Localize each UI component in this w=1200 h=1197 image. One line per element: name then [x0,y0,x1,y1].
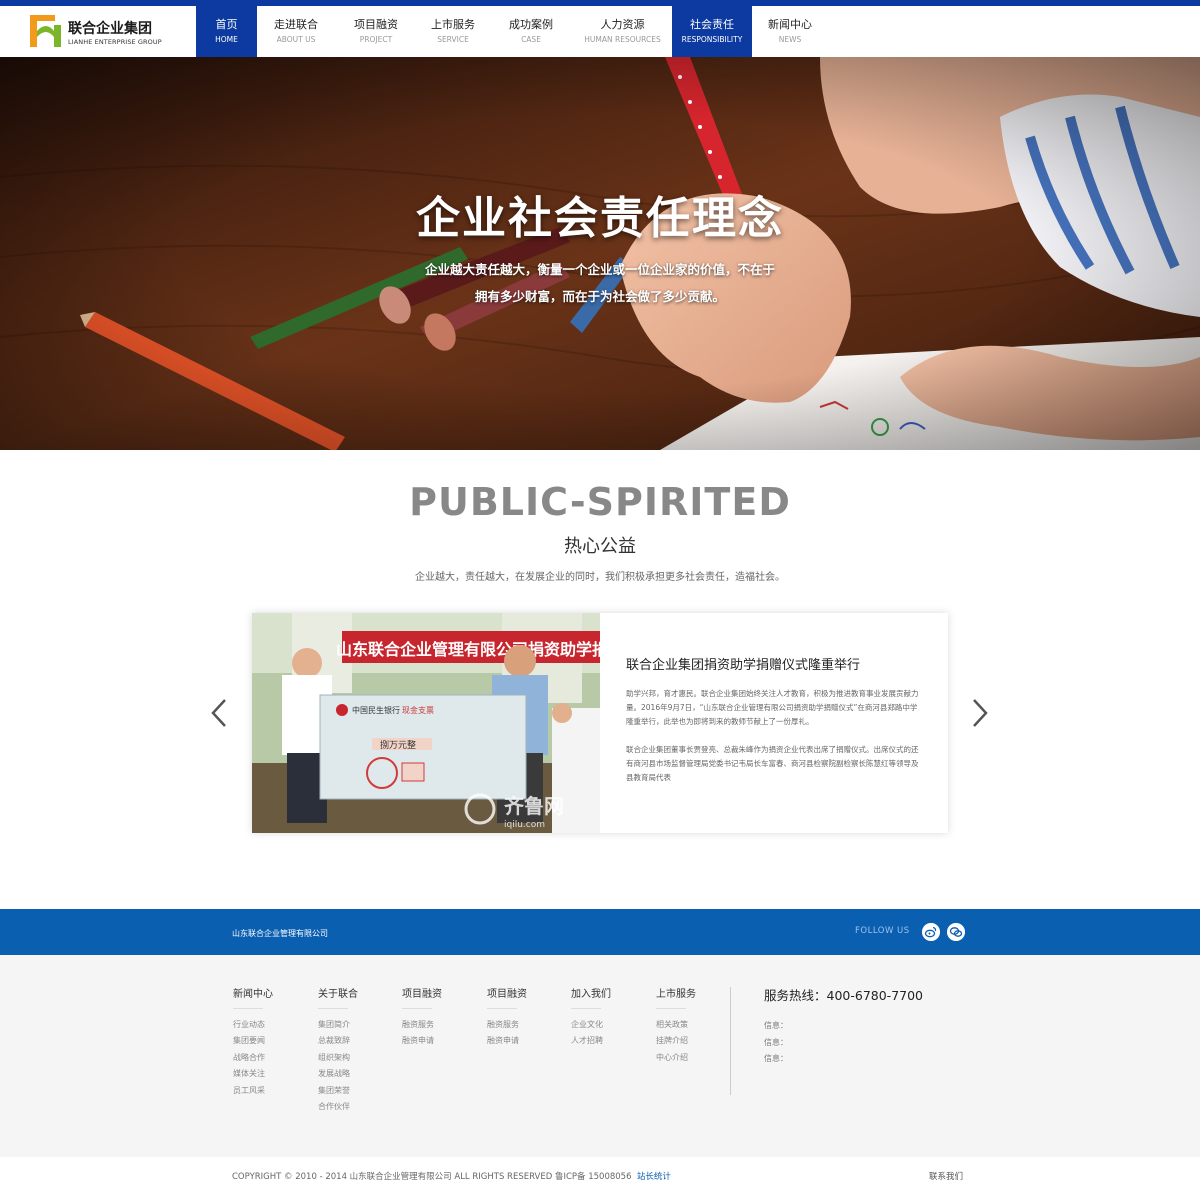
nav-label-en: CASE [521,35,541,44]
footer-link[interactable]: 总裁致辞 [318,1033,350,1049]
footer-link[interactable]: 融资服务 [487,1017,519,1033]
footer-info: 信息： [764,1038,788,1047]
nav-label-cn: 人力资源 [600,18,645,31]
footer-column-join: 加入我们 企业文化 人才招聘 [571,985,611,1050]
nav-label-en: NEWS [778,35,802,44]
footer-link[interactable]: 集团荣誉 [318,1083,350,1099]
cheque-type-text: 现金支票 [402,705,434,715]
footer-link[interactable]: 人才招聘 [571,1033,603,1049]
nav-label-cn: 新闻中心 [768,18,812,31]
footer-column-news: 新闻中心 行业动态 集团要闻 战略合作 媒体关注 员工风采 [233,985,273,1099]
nav-item-case[interactable]: 成功案例 CASE [489,6,573,57]
nav-label-cn: 成功案例 [509,18,553,31]
footer-link[interactable]: 发展战略 [318,1066,350,1082]
footer-column-head: 关于联合 [318,985,358,1009]
copyright-label: COPYRIGHT © 2010 - 2014 山东联合企业管理有限公司 ALL… [232,1172,632,1182]
service-hotline: 服务热线：400-6780-7700 [764,988,924,1003]
watermark-text-en: iqilu.com [504,820,545,830]
footer-link[interactable]: 员工风采 [233,1083,265,1099]
nav-label-cn: 首页 [215,18,238,31]
hero-title: 企业社会责任理念 [416,193,784,244]
carousel-prev-icon[interactable] [209,697,229,729]
nav-label-en: PROJECT [359,35,393,44]
nav-label-en: ABOUT US [276,35,316,44]
contact-link[interactable]: 联系我们 [929,1170,963,1182]
site-header: 联合企业集团 LIANHE ENTERPRISE GROUP 首页 HOME 走… [0,6,1200,57]
footer-link[interactable]: 组织架构 [318,1050,350,1066]
footer-link[interactable]: 中心介绍 [656,1050,688,1066]
footer-link[interactable]: 战略合作 [233,1050,265,1066]
footer-link[interactable]: 媒体关注 [233,1066,265,1082]
footer-link[interactable]: 行业动态 [233,1017,265,1033]
news-card-paragraph: 助学兴邦，育才惠民。联合企业集团始终关注人才教育，积极为推进教育事业发展贡献力量… [626,689,919,726]
nav-label-en: HOME [215,35,238,44]
footer-column-project-2: 项目融资 融资服务 融资申请 [487,985,527,1050]
cheque-bank-text: 中国民生银行 [352,705,400,715]
footer-link[interactable]: 合作伙伴 [318,1099,350,1115]
footer-links: 新闻中心 行业动态 集团要闻 战略合作 媒体关注 员工风采 关于联合 集团简介 … [0,955,1200,1157]
hero-banner: 企业社会责任理念 企业越大责任越大，衡量一个企业或一位企业家的价值，不在于 拥有… [0,57,1200,450]
stats-link[interactable]: 站长统计 [637,1172,671,1182]
footer-link[interactable]: 相关政策 [656,1017,688,1033]
footer-column-about: 关于联合 集团简介 总裁致辞 组织架构 发展战略 集团荣誉 合作伙伴 [318,985,358,1115]
logo-name-cn: 联合企业集团 [68,21,152,37]
news-card[interactable]: 山东联合企业管理有限公司捐资助学捐 中国民生银行 现金支票 捌万元整 齐鲁网 i… [252,613,948,833]
news-card-paragraph: 联合企业集团董事长贾登亮、总裁朱峰作为捐资企业代表出席了捐赠仪式。出席仪式的还有… [626,745,919,782]
hero-subtitle-line-2: 拥有多少财富，而在于为社会做了多少贡献。 [474,289,725,304]
nav-label-cn: 上市服务 [431,18,475,31]
nav-label-cn: 社会责任 [690,18,734,31]
footer-link[interactable]: 融资申请 [487,1033,519,1049]
footer-link[interactable]: 融资申请 [402,1033,434,1049]
section-title-en: PUBLIC-SPIRITED [409,480,791,524]
hero-subtitle-line-1: 企业越大责任越大，衡量一个企业或一位企业家的价值，不在于 [424,262,775,277]
footer-divider [730,987,731,1095]
follow-us-label: FOLLOW US [855,926,910,936]
nav-item-about[interactable]: 走进联合 ABOUT US [257,6,335,57]
wechat-icon[interactable] [947,923,965,941]
main-nav: 首页 HOME 走进联合 ABOUT US 项目融资 PROJECT 上市服务 … [196,6,828,57]
footer-column-project-1: 项目融资 融资服务 融资申请 [402,985,442,1050]
photo-banner-text: 山东联合企业管理有限公司捐资助学捐 [336,640,600,659]
logo[interactable]: 联合企业集团 LIANHE ENTERPRISE GROUP [30,15,162,49]
footer-link[interactable]: 集团要闻 [233,1033,265,1049]
footer-link[interactable]: 企业文化 [571,1017,603,1033]
footer-column-head: 项目融资 [402,985,442,1009]
nav-item-project[interactable]: 项目融资 PROJECT [335,6,417,57]
footer-column-head: 新闻中心 [233,985,273,1009]
footer-info: 信息： [764,1021,788,1030]
section-title-cn: 热心公益 [564,536,636,557]
nav-item-service[interactable]: 上市服务 SERVICE [417,6,489,57]
nav-item-news[interactable]: 新闻中心 NEWS [752,6,828,57]
copyright-bar: COPYRIGHT © 2010 - 2014 山东联合企业管理有限公司 ALL… [0,1157,1200,1197]
nav-item-hr[interactable]: 人力资源 HUMAN RESOURCES [573,6,672,57]
nav-item-home[interactable]: 首页 HOME [196,6,257,57]
footer-link[interactable]: 融资服务 [402,1017,434,1033]
nav-label-en: HUMAN RESOURCES [584,35,661,44]
footer-link[interactable]: 挂牌介绍 [656,1033,688,1049]
nav-label-en: SERVICE [437,35,469,44]
logo-name-en: LIANHE ENTERPRISE GROUP [68,38,162,46]
nav-label-cn: 项目融资 [354,18,398,31]
news-card-title[interactable]: 联合企业集团捐资助学捐赠仪式隆重举行 [626,654,860,673]
logo-mark-icon [30,15,61,47]
footer-column-listing: 上市服务 相关政策 挂牌介绍 中心介绍 [656,985,696,1066]
weibo-icon[interactable] [922,923,940,941]
footer-link[interactable]: 集团简介 [318,1017,350,1033]
nav-label-cn: 走进联合 [274,18,318,31]
footer-band: 山东联合企业管理有限公司 FOLLOW US [0,909,1200,955]
copyright-text: COPYRIGHT © 2010 - 2014 山东联合企业管理有限公司 ALL… [232,1170,671,1182]
watermark-text-cn: 齐鲁网 [504,794,564,818]
news-card-photo: 山东联合企业管理有限公司捐资助学捐 中国民生银行 现金支票 捌万元整 齐鲁网 i… [252,613,600,833]
footer-info: 信息： [764,1054,788,1063]
nav-label-en: RESPONSIBILITY [681,35,743,44]
hero-photo [0,57,1200,450]
carousel-next-icon[interactable] [970,697,990,729]
footer-column-head: 上市服务 [656,985,696,1009]
cheque-amount-text: 捌万元整 [380,739,416,751]
section-description: 企业越大，责任越大，在发展企业的同时，我们积极承担更多社会责任，造福社会。 [415,572,785,583]
footer-company-name: 山东联合企业管理有限公司 [232,929,328,938]
nav-item-responsibility[interactable]: 社会责任 RESPONSIBILITY [672,6,752,57]
footer-column-head: 项目融资 [487,985,527,1009]
footer-column-head: 加入我们 [571,985,611,1009]
